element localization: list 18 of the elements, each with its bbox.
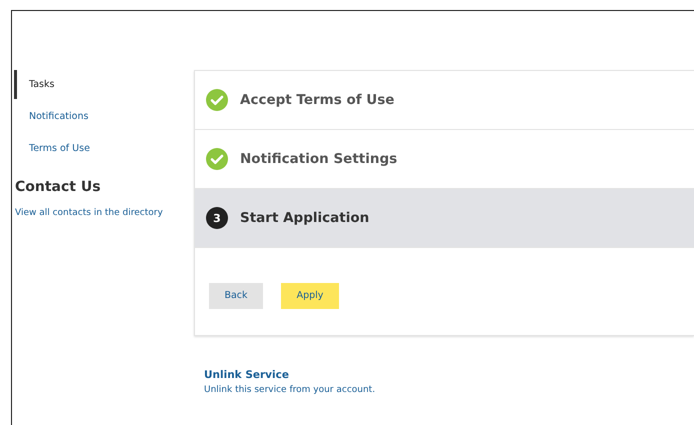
sidebar-item[interactable]: Terms of Use <box>14 134 182 163</box>
step-title: Start Application <box>240 210 370 226</box>
step-title: Accept Terms of Use <box>240 92 394 108</box>
check-circle-icon <box>206 148 228 170</box>
sidebar-item[interactable]: Notifications <box>14 102 182 131</box>
unlink-link[interactable]: Unlink Service <box>204 369 694 381</box>
step-row[interactable]: 3 Start Application <box>195 189 694 248</box>
sidebar-item[interactable]: Tasks <box>14 70 182 99</box>
back-button[interactable]: Back <box>209 282 263 308</box>
directory-link[interactable]: View all contacts in the directory <box>15 208 182 218</box>
step-title: Notification Settings <box>240 151 398 167</box>
step-number: 3 <box>206 207 228 229</box>
step-row[interactable]: Notification Settings <box>195 130 694 189</box>
unlink-description: Unlink this service from your account. <box>204 385 376 395</box>
contact-heading: Contact Us <box>15 179 102 195</box>
step-row[interactable]: Accept Terms of Use <box>195 71 694 130</box>
apply-button[interactable]: Apply <box>281 282 339 308</box>
check-circle-icon <box>206 89 228 111</box>
